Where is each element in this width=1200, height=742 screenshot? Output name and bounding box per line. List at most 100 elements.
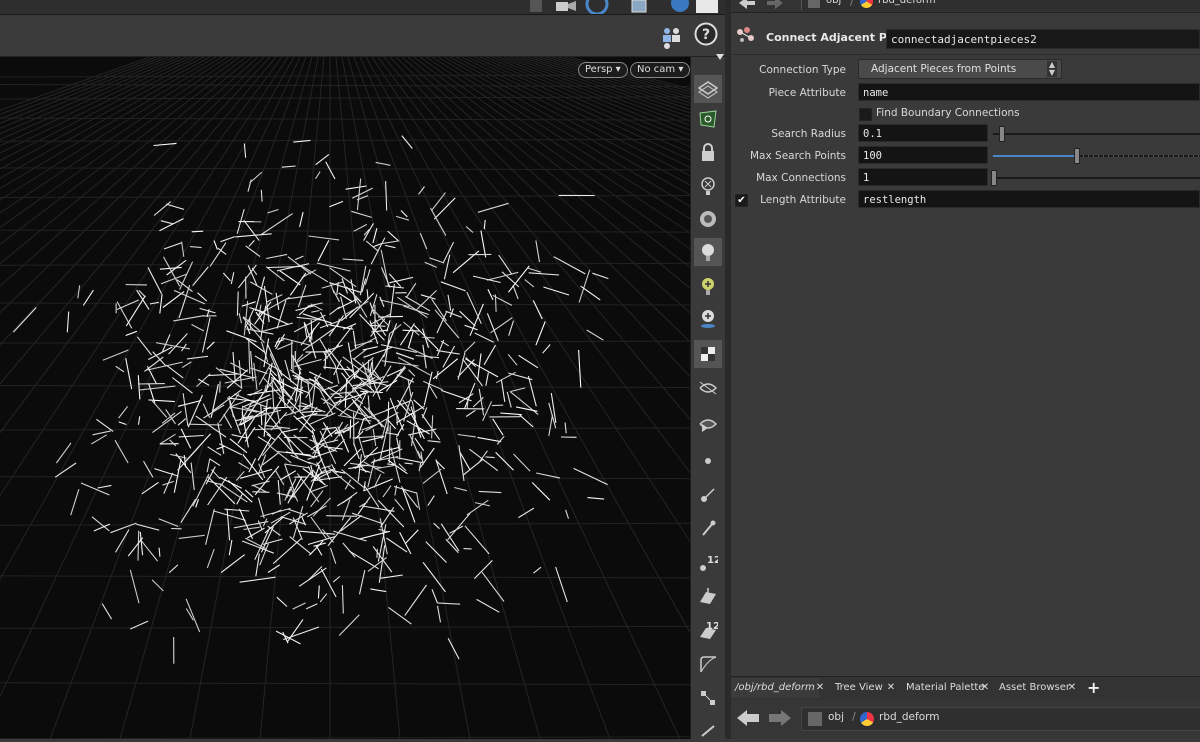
length-attribute-field[interactable]: restlength	[858, 190, 1200, 208]
bottom-breadcrumb[interactable]: obj / rbd_deform	[801, 707, 1200, 731]
fracture-piece-segment	[448, 638, 459, 659]
top-breadcrumb-node[interactable]: rbd_deform	[878, 0, 936, 6]
snap-icon[interactable]	[584, 0, 610, 14]
fracture-piece-segment	[408, 347, 433, 358]
scene-viewport[interactable]	[0, 57, 690, 739]
persp-menu[interactable]: Persp ▾	[578, 62, 628, 78]
tab-close-icon[interactable]: ✕	[980, 678, 990, 698]
fracture-piece-segment	[307, 506, 326, 517]
tab-close-icon[interactable]: ✕	[886, 678, 896, 698]
point-normals-icon[interactable]	[694, 480, 722, 508]
point-velocity-icon[interactable]	[694, 514, 722, 542]
fracture-piece-segment	[227, 331, 257, 342]
node-name-field[interactable]: connectadjacentpieces2	[886, 29, 1200, 49]
fracture-piece-segment	[283, 632, 288, 643]
tab-tree-view[interactable]: Tree View	[831, 678, 885, 698]
fracture-piece-segment	[138, 531, 139, 561]
grid-line	[190, 57, 318, 739]
fracture-piece-segment	[244, 527, 260, 529]
forward-arrow-icon[interactable]	[767, 708, 793, 728]
max-search-points-field[interactable]: 100	[858, 146, 988, 164]
fracture-piece-segment	[438, 606, 441, 622]
fracture-piece-segment	[358, 497, 370, 515]
fracture-piece-segment	[321, 569, 336, 597]
add-tab-icon[interactable]: +	[1087, 678, 1101, 698]
visualizer-icon[interactable]	[694, 374, 722, 402]
fracture-piece-segment	[181, 499, 196, 523]
camera-icon[interactable]	[552, 0, 578, 12]
light-disable-icon[interactable]	[694, 172, 722, 200]
lock-icon[interactable]	[694, 138, 722, 166]
max-connections-slider[interactable]	[993, 177, 1200, 179]
tab-network-path[interactable]: /obj/rbd_deform	[731, 678, 819, 698]
fracture-piece-segment	[359, 531, 390, 539]
hq-lighting-icon[interactable]	[694, 272, 722, 300]
viewport-canvas[interactable]	[0, 57, 690, 739]
headlight-icon[interactable]	[694, 205, 722, 233]
forward-arrow-icon[interactable]	[765, 0, 785, 10]
white-square-icon[interactable]	[696, 0, 718, 13]
fracture-piece-segment	[159, 219, 183, 231]
fracture-piece-segment	[179, 535, 205, 538]
fracture-piece-segment	[458, 353, 465, 380]
tab-asset-browser[interactable]: Asset Browser	[995, 678, 1073, 698]
tab-material-palette[interactable]: Material Palette	[902, 678, 986, 698]
fracture-piece-segment	[258, 498, 264, 518]
fracture-piece-segment	[266, 295, 282, 303]
point-numbers-icon[interactable]: 12	[694, 548, 722, 576]
top-breadcrumb-obj[interactable]: obj	[826, 0, 841, 6]
fracture-piece-segment	[331, 548, 336, 564]
primitive-normals-icon[interactable]	[694, 582, 722, 610]
shading-mode-icon[interactable]	[694, 340, 722, 368]
shelf-expand-icon[interactable]	[716, 54, 724, 60]
bottom-breadcrumb-obj[interactable]: obj	[828, 711, 844, 723]
bottom-breadcrumb-node[interactable]: rbd_deform	[879, 711, 940, 723]
fracture-piece-segment	[459, 394, 474, 403]
fracture-piece-segment	[154, 469, 178, 477]
point-display-icon[interactable]	[694, 447, 722, 475]
sphere-icon[interactable]	[668, 0, 692, 14]
max-connections-handle[interactable]	[991, 170, 997, 186]
max-connections-field[interactable]: 1	[858, 168, 988, 186]
fracture-piece-segment	[263, 407, 293, 408]
fracture-piece-segment	[148, 268, 162, 294]
fracture-piece-segment	[258, 437, 270, 445]
top-breadcrumb[interactable]: obj / rbd_deform	[801, 0, 1200, 10]
tab-close-icon[interactable]: ✕	[1067, 678, 1077, 698]
profile-display-icon[interactable]	[694, 714, 722, 742]
search-radius-slider[interactable]	[993, 133, 1200, 135]
fracture-piece-segment	[190, 247, 202, 248]
search-radius-handle[interactable]	[999, 126, 1005, 142]
back-arrow-icon[interactable]	[737, 0, 757, 10]
hull-display-icon[interactable]	[694, 650, 722, 678]
tab-close-icon[interactable]: ✕	[815, 678, 825, 698]
cam-label: No cam	[637, 64, 675, 75]
help-icon[interactable]: ?	[694, 22, 718, 46]
fracture-piece-segment	[169, 334, 188, 355]
normal-lighting-icon[interactable]	[694, 238, 722, 266]
node-header: Connect Adjacent Pieces connectadjacentp…	[731, 22, 1200, 55]
render-view-icon[interactable]	[694, 410, 722, 438]
camera-menu[interactable]: No cam ▾	[630, 62, 690, 78]
cube-icon[interactable]	[628, 0, 652, 14]
fracture-piece-segment	[514, 454, 531, 471]
grid-line	[0, 576, 690, 578]
piece-attribute-field[interactable]: name	[858, 83, 1200, 101]
users-icon[interactable]	[660, 24, 684, 52]
primitive-numbers-icon[interactable]: 12	[694, 616, 722, 644]
search-radius-field[interactable]: 0.1	[858, 124, 988, 142]
ghost-geometry-icon[interactable]	[694, 105, 722, 133]
breadcrumb-separator: /	[850, 0, 854, 8]
find-boundary-checkbox[interactable]	[859, 108, 872, 121]
grid-line	[0, 626, 690, 628]
back-arrow-icon[interactable]	[735, 708, 761, 728]
max-search-points-handle[interactable]	[1074, 148, 1080, 164]
hq-shadows-icon[interactable]	[694, 305, 722, 333]
dropdown-arrow-icon[interactable]	[530, 0, 542, 12]
uv-display-icon[interactable]	[694, 684, 722, 712]
fracture-piece-segment	[261, 190, 262, 202]
display-options-icon[interactable]	[694, 75, 722, 103]
fracture-piece-segment	[418, 451, 424, 462]
connection-type-menu[interactable]: Adjacent Pieces from Points ▲▼	[858, 59, 1062, 79]
fracture-piece-segment	[93, 431, 111, 435]
